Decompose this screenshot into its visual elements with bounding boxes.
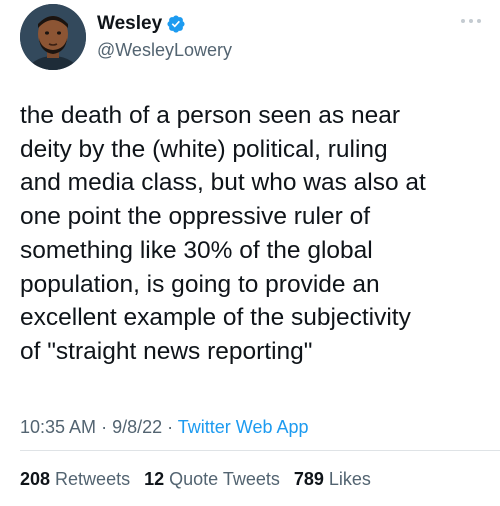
avatar-portrait-icon bbox=[20, 4, 86, 70]
tweet-date[interactable]: 9/8/22 bbox=[112, 417, 162, 437]
retweets-stat[interactable]: 208 Retweets bbox=[20, 467, 130, 491]
quote-tweets-count: 12 bbox=[144, 469, 165, 489]
verified-badge-icon bbox=[166, 14, 186, 34]
tweet-source[interactable]: Twitter Web App bbox=[178, 417, 309, 437]
likes-label: Likes bbox=[328, 469, 371, 489]
retweets-label: Retweets bbox=[55, 469, 131, 489]
quote-tweets-label: Quote Tweets bbox=[169, 469, 280, 489]
tweet-meta: 10:35 AM · 9/8/22 · Twitter Web App bbox=[20, 415, 309, 439]
meta-separator: · bbox=[162, 417, 178, 437]
divider bbox=[20, 450, 500, 451]
retweets-count: 208 bbox=[20, 469, 51, 489]
more-options-icon[interactable] bbox=[460, 14, 482, 26]
meta-separator: · bbox=[96, 417, 113, 437]
engagement-stats: 208 Retweets 12 Quote Tweets 789 Likes bbox=[20, 467, 371, 491]
display-name[interactable]: Wesley bbox=[97, 12, 162, 36]
author-handle[interactable]: @WesleyLowery bbox=[97, 38, 232, 62]
avatar[interactable] bbox=[20, 4, 86, 70]
likes-stat[interactable]: 789 Likes bbox=[294, 467, 371, 491]
author-name-row[interactable]: Wesley bbox=[97, 12, 186, 36]
quote-tweets-stat[interactable]: 12 Quote Tweets bbox=[144, 467, 280, 491]
tweet-text: the death of a person seen as near deity… bbox=[20, 102, 426, 365]
tweet-card: Wesley @WesleyLowery the death of a pers… bbox=[0, 0, 500, 506]
likes-count: 789 bbox=[293, 469, 324, 489]
tweet-time[interactable]: 10:35 AM bbox=[20, 417, 96, 437]
